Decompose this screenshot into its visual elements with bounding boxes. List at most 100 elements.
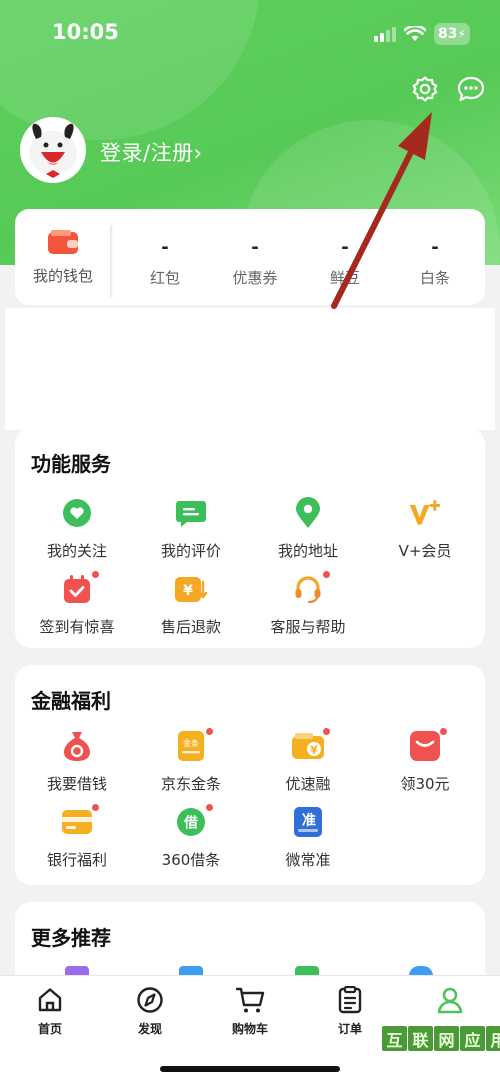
tab-discover[interactable]: 发现 [100, 986, 200, 1037]
badge-dot [205, 803, 214, 812]
watermark-char: 用 [486, 1026, 500, 1051]
badge-dot [439, 727, 448, 736]
finance-item-weichangzhun[interactable]: 准 微常准 [250, 805, 366, 870]
vplus-icon [409, 500, 441, 525]
order-icon [338, 985, 362, 1014]
my-wallet-label: 我的钱包 [32, 267, 93, 285]
tab-label: 发现 [137, 1022, 162, 1036]
service-item-refund[interactable]: ¥ 售后退款 [133, 572, 249, 637]
badge-dot [91, 570, 100, 579]
finance-item-borrow[interactable]: 我要借钱 [19, 729, 135, 794]
wallet-stat-value: - [431, 237, 439, 258]
weichangzhun-icon: 准 [294, 807, 322, 837]
wallet-stat-beans[interactable]: - 鲜豆 [300, 237, 390, 288]
login-register-link[interactable]: 登录/注册› [100, 137, 202, 167]
status-bar: 10:05 83 ⚡ [52, 20, 470, 48]
wallet-stat-coupon[interactable]: - 优惠券 [210, 237, 300, 288]
finance-item-get30[interactable]: 领30元 [367, 727, 483, 794]
badge-dot [205, 727, 214, 736]
tab-cart[interactable]: 购物车 [200, 986, 300, 1037]
wallet-stat-label: 红包 [149, 269, 180, 287]
wallet-stat-redpacket[interactable]: - 红包 [120, 237, 210, 288]
more-title: 更多推荐 [31, 926, 111, 950]
wallet-divider [110, 225, 113, 297]
gear-icon [412, 76, 438, 102]
tab-home[interactable]: 首页 [0, 986, 100, 1037]
finance-card: 金融福利 我要借钱 金条 京东金条 ¥ 优速融 领30元 银行福利 借 360借… [15, 665, 485, 885]
finance-label: 微常准 [285, 851, 331, 869]
gold-bar-icon: 金条 [178, 731, 204, 761]
comment-icon [176, 501, 206, 527]
watermark-char: 联 [408, 1026, 433, 1051]
weichangzhun-icon-text: 准 [302, 812, 316, 829]
refund-icon: ¥ [175, 577, 208, 602]
settings-button[interactable] [410, 74, 440, 104]
wallet-card: 我的钱包 - 红包 - 优惠券 - 鲜豆 - 白条 [15, 209, 485, 305]
badge-dot [322, 570, 331, 579]
badge-dot [91, 803, 100, 812]
finance-label: 360借条 [161, 851, 221, 869]
finance-title: 金融福利 [31, 689, 111, 713]
svg-text:¥: ¥ [310, 744, 318, 757]
loan-icon: 借 [177, 808, 205, 836]
services-title: 功能服务 [31, 452, 111, 476]
battery-icon: 83 ⚡ [434, 23, 470, 45]
wallet-yen-icon: ¥ [292, 733, 324, 759]
service-item-checkin[interactable]: 签到有惊喜 [19, 570, 135, 637]
wallet-icon [48, 230, 78, 254]
finance-item-jintiao[interactable]: 金条 京东金条 [133, 727, 249, 794]
messages-button[interactable] [456, 74, 486, 104]
service-item-address[interactable]: 我的地址 [250, 496, 366, 561]
finance-label: 银行福利 [46, 851, 107, 869]
service-label: 我的评价 [160, 542, 221, 560]
service-item-follow[interactable]: 我的关注 [19, 496, 135, 561]
loan-icon-text: 借 [183, 815, 198, 832]
service-label: 售后退款 [160, 618, 221, 636]
wallet-stat-label: 优惠券 [232, 269, 278, 287]
service-item-vplus[interactable]: V+会员 [367, 496, 483, 561]
finance-label: 京东金条 [160, 775, 221, 793]
money-bag-icon [64, 732, 90, 761]
home-indicator [160, 1066, 340, 1072]
finance-label: 领30元 [400, 775, 450, 793]
message-icon [457, 76, 485, 102]
finance-item-360loan[interactable]: 借 360借条 [133, 803, 249, 870]
status-time: 10:05 [52, 20, 119, 44]
profile-icon [437, 987, 463, 1014]
cart-icon [235, 987, 265, 1013]
battery-level: 83 [438, 26, 458, 42]
gold-bar-text: 金条 [183, 738, 199, 748]
home-icon [38, 988, 62, 1012]
service-label: 我的地址 [277, 542, 338, 560]
finance-item-bank[interactable]: 银行福利 [19, 803, 135, 870]
headset-icon [295, 576, 321, 604]
calendar-icon [64, 575, 90, 603]
wifi-icon [404, 26, 426, 41]
wallet-stat-value: - [341, 237, 349, 258]
wallet-stat-label: 鲜豆 [329, 269, 360, 287]
badge-dot [322, 727, 331, 736]
tab-label: 首页 [37, 1022, 62, 1036]
my-wallet-button[interactable]: 我的钱包 [15, 229, 111, 286]
service-label: 我的关注 [46, 542, 107, 560]
bank-card-icon [62, 810, 92, 834]
finance-item-yousurong[interactable]: ¥ 优速融 [250, 727, 366, 794]
service-item-support[interactable]: 客服与帮助 [250, 570, 366, 637]
wallet-stat-label: 白条 [419, 269, 450, 287]
service-label: 客服与帮助 [270, 618, 346, 636]
finance-label: 我要借钱 [46, 775, 107, 793]
heart-icon [63, 499, 91, 527]
finance-label: 优速融 [285, 775, 331, 793]
blank-banner-area [5, 308, 495, 430]
tab-profile[interactable] [400, 986, 500, 1020]
compass-icon [137, 987, 163, 1013]
red-packet-icon [410, 731, 440, 761]
signal-icon [374, 26, 396, 42]
service-item-review[interactable]: 我的评价 [133, 496, 249, 561]
watermark-char: 应 [460, 1026, 485, 1051]
avatar[interactable] [20, 117, 86, 183]
wallet-stat-baitiao[interactable]: - 白条 [390, 237, 480, 288]
joy-mascot-icon [29, 123, 77, 178]
site-watermark: 互 联 网 应 用 [382, 1026, 500, 1051]
services-card: 功能服务 我的关注 我的评价 我的地址 V+会员 签到有惊喜 ¥ 售后退款 客服… [15, 428, 485, 648]
